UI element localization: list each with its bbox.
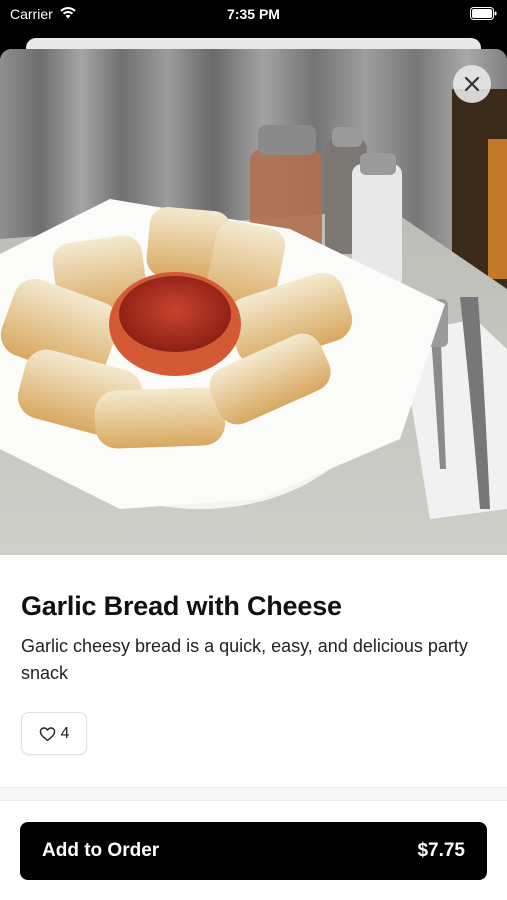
heart-outline-icon — [39, 726, 55, 741]
item-description: Garlic cheesy bread is a quick, easy, an… — [21, 636, 468, 683]
like-button[interactable]: 4 — [21, 712, 87, 755]
status-bar: Carrier 7:35 PM — [0, 0, 507, 30]
battery-icon — [470, 7, 497, 20]
status-time: 7:35 PM — [227, 6, 280, 22]
item-photo — [0, 49, 507, 555]
item-info: Garlic Bread with Cheese Garlic cheesy b… — [21, 589, 486, 687]
close-icon — [464, 76, 480, 92]
section-divider — [0, 787, 507, 801]
order-price: $7.75 — [417, 840, 465, 861]
like-count: 4 — [60, 724, 70, 742]
add-to-order-button[interactable]: Add to Order $7.75 — [20, 822, 487, 880]
item-title: Garlic Bread with Cheese — [21, 591, 342, 621]
close-button[interactable] — [453, 65, 491, 103]
item-detail-sheet: Garlic Bread with Cheese Garlic cheesy b… — [0, 49, 507, 900]
add-to-order-label: Add to Order — [42, 840, 160, 861]
